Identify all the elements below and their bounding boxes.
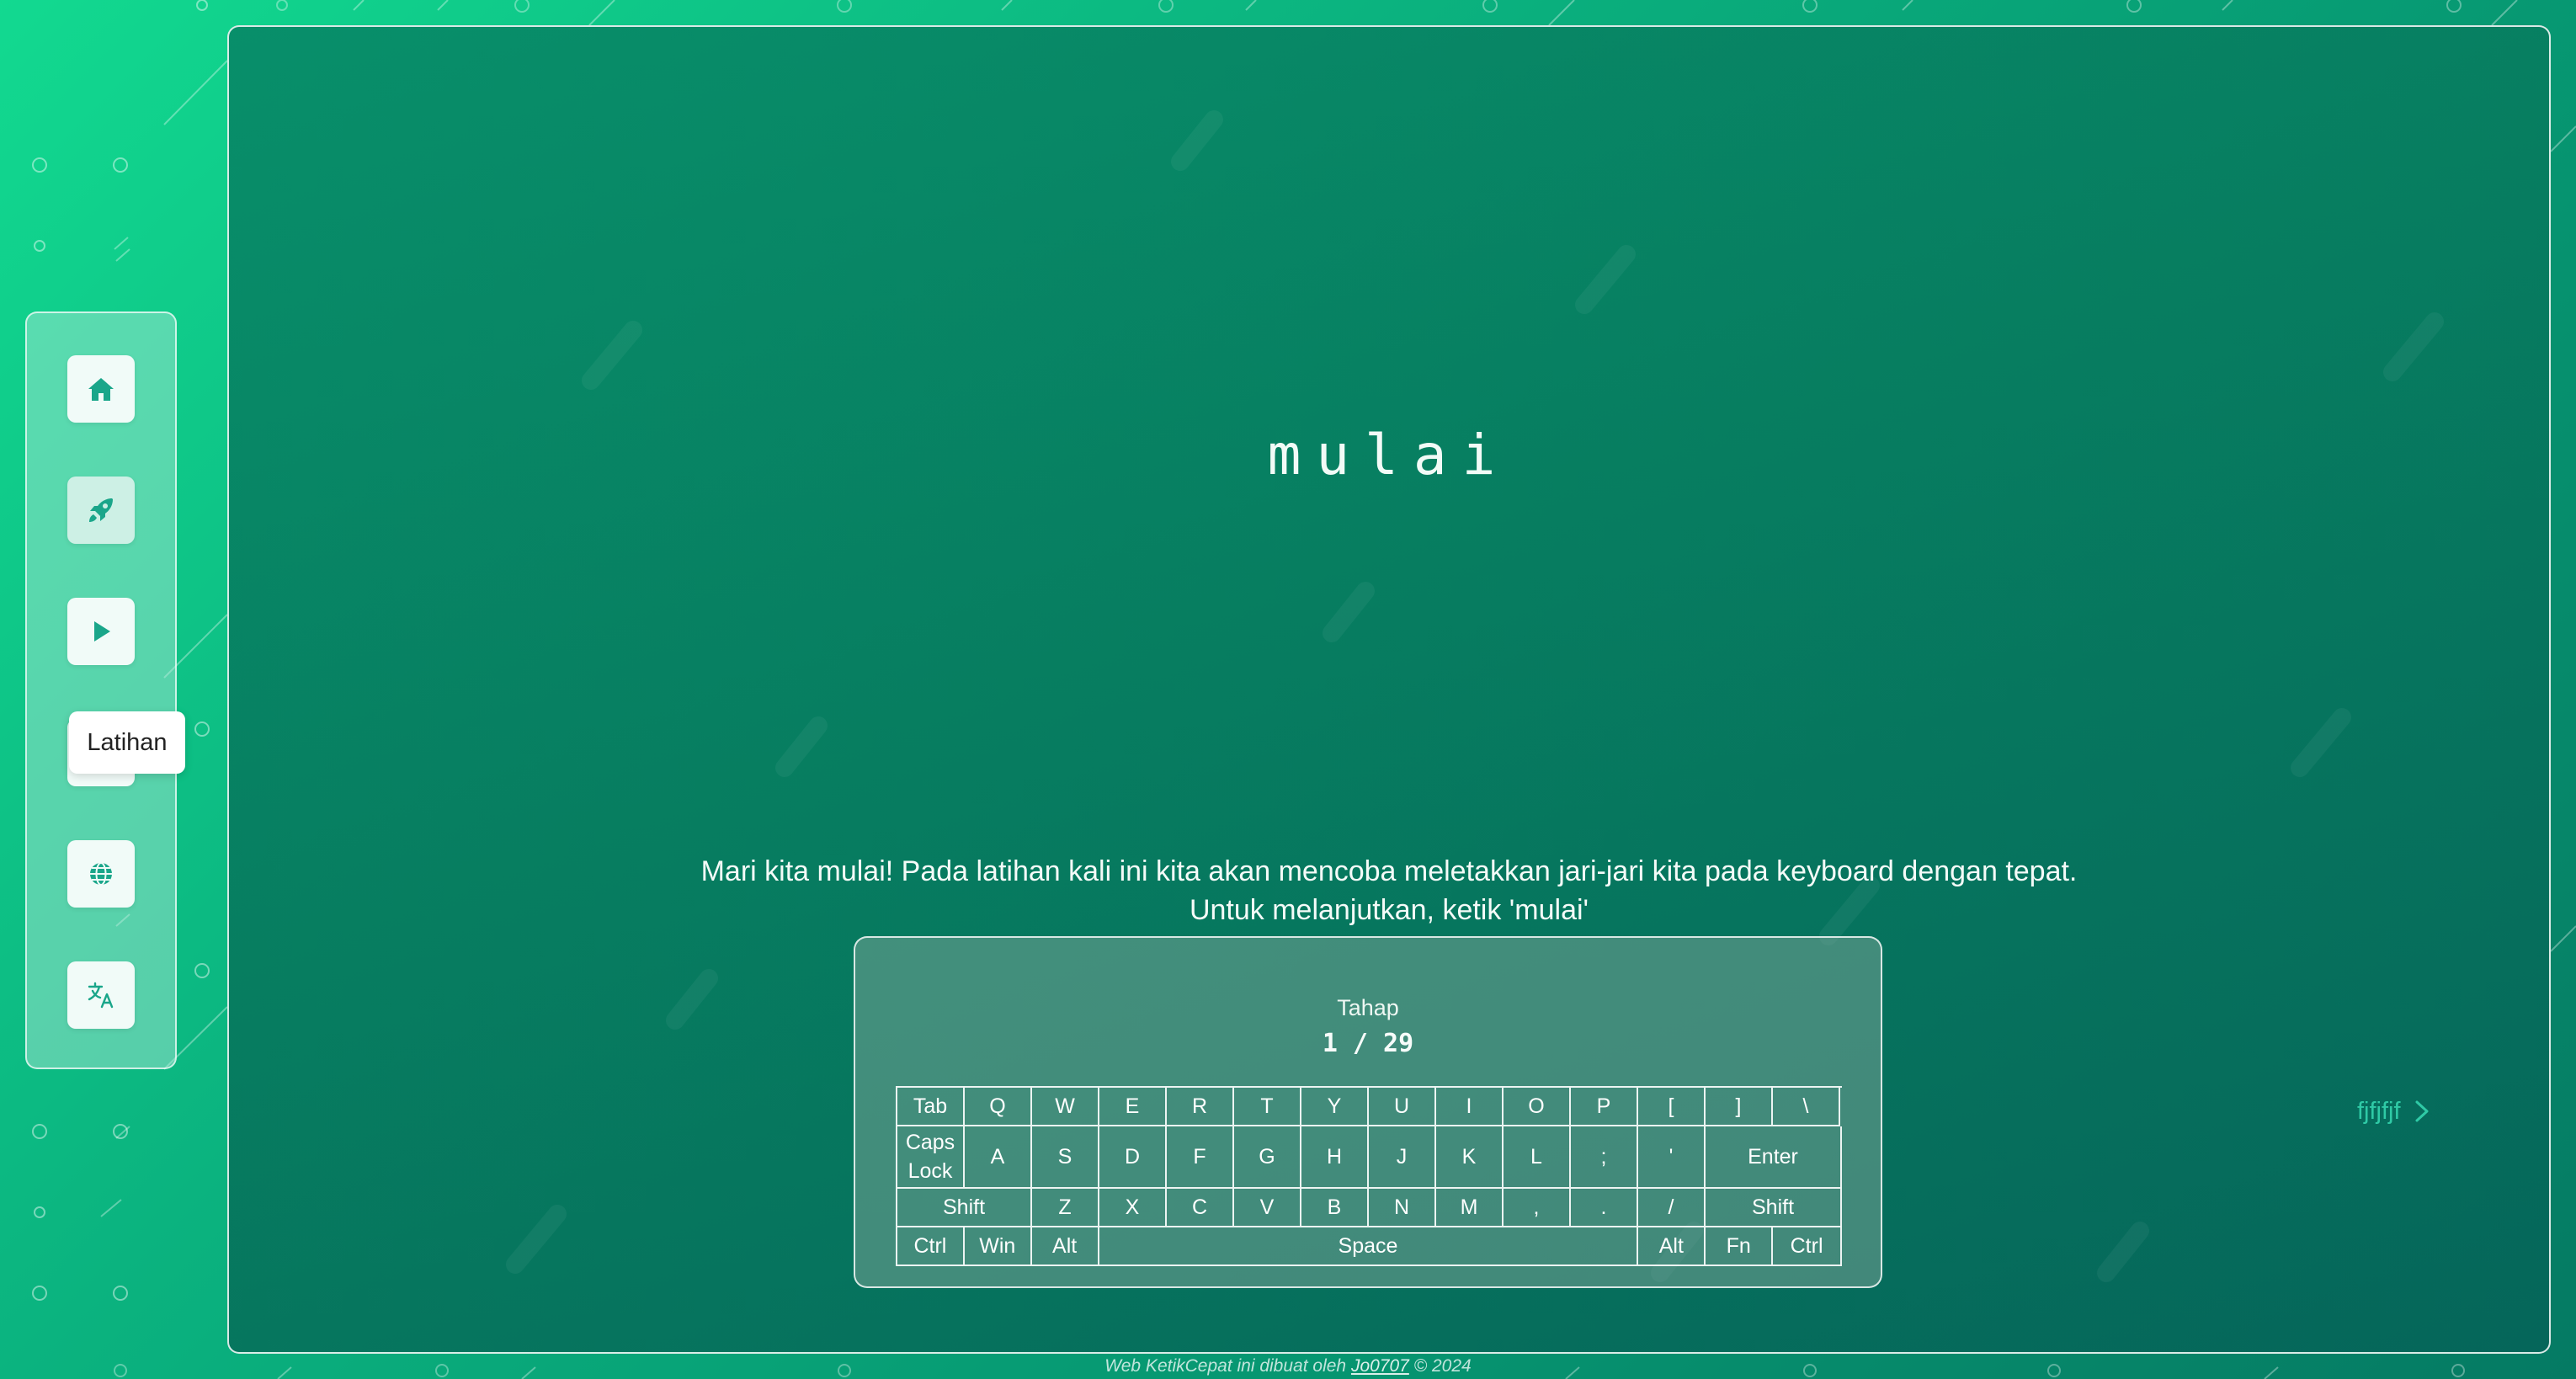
next-exercise-label: fjfjfjf — [2357, 1097, 2401, 1125]
key-caps-lock: Caps Lock — [897, 1126, 965, 1189]
play-icon — [94, 621, 110, 642]
key-h: H — [1301, 1126, 1369, 1189]
rocket-icon — [89, 498, 113, 522]
keyboard-row-3: Shift Z X C V B N M , . / Shift — [897, 1189, 1842, 1227]
translate-icon — [88, 982, 114, 1009]
key-backslash: \ — [1773, 1088, 1840, 1126]
key-left-alt: Alt — [1031, 1227, 1099, 1266]
key-y: Y — [1301, 1088, 1369, 1126]
sidebar-item-latihan[interactable] — [67, 477, 135, 544]
keyboard-row-1: Tab Q W E R T Y U I O P [ ] \ — [897, 1088, 1842, 1126]
key-m: M — [1436, 1189, 1504, 1227]
key-n: N — [1369, 1189, 1436, 1227]
footer: Web KetikCepat ini dibuat oleh Jo0707 © … — [0, 1354, 2576, 1379]
keyboard-row-4: Ctrl Win Alt Space Alt Fn Ctrl — [897, 1227, 1842, 1266]
key-t: T — [1234, 1088, 1301, 1126]
main-panel: mulai Mari kita mulai! Pada latihan kali… — [227, 25, 2551, 1354]
key-tab: Tab — [897, 1088, 965, 1126]
key-period: . — [1571, 1189, 1638, 1227]
key-d: D — [1099, 1126, 1167, 1189]
key-s: S — [1032, 1126, 1099, 1189]
key-g: G — [1234, 1126, 1301, 1189]
key-r: R — [1167, 1088, 1234, 1126]
key-z: Z — [1032, 1189, 1099, 1227]
target-word: mulai — [1267, 423, 1511, 487]
key-right-shift: Shift — [1706, 1189, 1842, 1227]
keyboard-layout: Tab Q W E R T Y U I O P [ ] \ Caps Lock … — [896, 1086, 1842, 1266]
sidebar: Latihan — [25, 311, 185, 1069]
key-l: L — [1504, 1126, 1571, 1189]
key-v: V — [1234, 1189, 1301, 1227]
keyboard-card: Tahap 1 / 29 Tab Q W E R T Y U I O P [ ]… — [854, 936, 1882, 1288]
next-exercise-link[interactable]: fjfjfjf — [2357, 1096, 2431, 1126]
footer-prefix: Web KetikCepat ini dibuat oleh — [1104, 1356, 1351, 1376]
key-fn: Fn — [1706, 1227, 1774, 1266]
instruction-text: Mari kita mulai! Pada latihan kali ini k… — [229, 852, 2549, 929]
key-right-bracket: ] — [1706, 1088, 1773, 1126]
key-k: K — [1436, 1126, 1504, 1189]
sidebar-item-home[interactable] — [67, 355, 135, 423]
key-c: C — [1167, 1189, 1234, 1227]
key-j: J — [1369, 1126, 1436, 1189]
key-q: Q — [965, 1088, 1032, 1126]
key-x: X — [1099, 1189, 1167, 1227]
key-u: U — [1369, 1088, 1436, 1126]
sidebar-item-language[interactable] — [67, 961, 135, 1029]
stage-label: Tahap — [1337, 995, 1399, 1020]
keyboard-row-2: Caps Lock A S D F G H J K L ; ' Enter — [897, 1126, 1842, 1189]
key-e: E — [1099, 1088, 1167, 1126]
key-win: Win — [964, 1227, 1032, 1266]
footer-author-link[interactable]: Jo0707 — [1351, 1356, 1409, 1376]
key-f: F — [1167, 1126, 1234, 1189]
home-icon — [88, 378, 114, 401]
key-p: P — [1571, 1088, 1638, 1126]
key-left-bracket: [ — [1638, 1088, 1706, 1126]
key-enter: Enter — [1706, 1126, 1842, 1189]
key-comma: , — [1504, 1189, 1571, 1227]
key-o: O — [1504, 1088, 1571, 1126]
key-slash: / — [1638, 1189, 1706, 1227]
instruction-line-1: Mari kita mulai! Pada latihan kali ini k… — [700, 855, 2078, 887]
key-right-alt: Alt — [1638, 1227, 1706, 1266]
sidebar-tooltip: Latihan — [69, 711, 185, 774]
instruction-line-2: Untuk melanjutkan, ketik 'mulai' — [1189, 894, 1589, 926]
stage-counter: 1 / 29 — [1322, 1029, 1414, 1058]
footer-suffix: © 2024 — [1408, 1356, 1472, 1376]
key-w: W — [1032, 1088, 1099, 1126]
globe-icon — [90, 862, 112, 886]
key-b: B — [1301, 1189, 1369, 1227]
key-i: I — [1436, 1088, 1504, 1126]
key-space: Space — [1099, 1227, 1639, 1266]
sidebar-item-play[interactable] — [67, 598, 135, 665]
key-semicolon: ; — [1571, 1126, 1638, 1189]
chevron-right-icon — [2415, 1100, 2429, 1122]
key-a: A — [965, 1126, 1032, 1189]
key-quote: ' — [1638, 1126, 1706, 1189]
key-left-ctrl: Ctrl — [897, 1227, 965, 1266]
key-right-ctrl: Ctrl — [1773, 1227, 1842, 1266]
sidebar-item-globe[interactable] — [67, 840, 135, 908]
key-left-shift: Shift — [897, 1189, 1032, 1227]
